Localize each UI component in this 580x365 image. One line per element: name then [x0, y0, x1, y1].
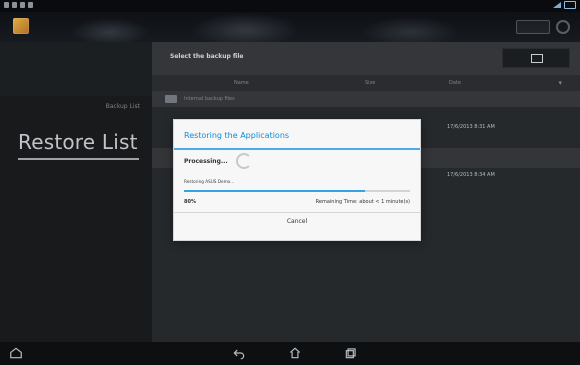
android-screen: Backup List Restore List Select the back… — [0, 0, 580, 365]
progress-track — [184, 190, 410, 192]
cancel-button[interactable]: Cancel — [174, 218, 420, 225]
progress-percent: 80% — [184, 199, 196, 205]
restoring-status: Restoring ASUS Demo... — [184, 179, 235, 184]
progress-fill — [184, 190, 365, 192]
loading-spinner-icon — [236, 153, 252, 169]
dialog-title-divider — [174, 148, 420, 150]
dialog-title: Restoring the Applications — [184, 131, 290, 140]
dialog-divider — [174, 212, 420, 213]
remaining-time: Remaining Time: about < 1 minute(s) — [315, 199, 410, 205]
restoring-dialog: Restoring the Applications Processing...… — [173, 119, 421, 241]
processing-label: Processing... — [184, 158, 228, 165]
